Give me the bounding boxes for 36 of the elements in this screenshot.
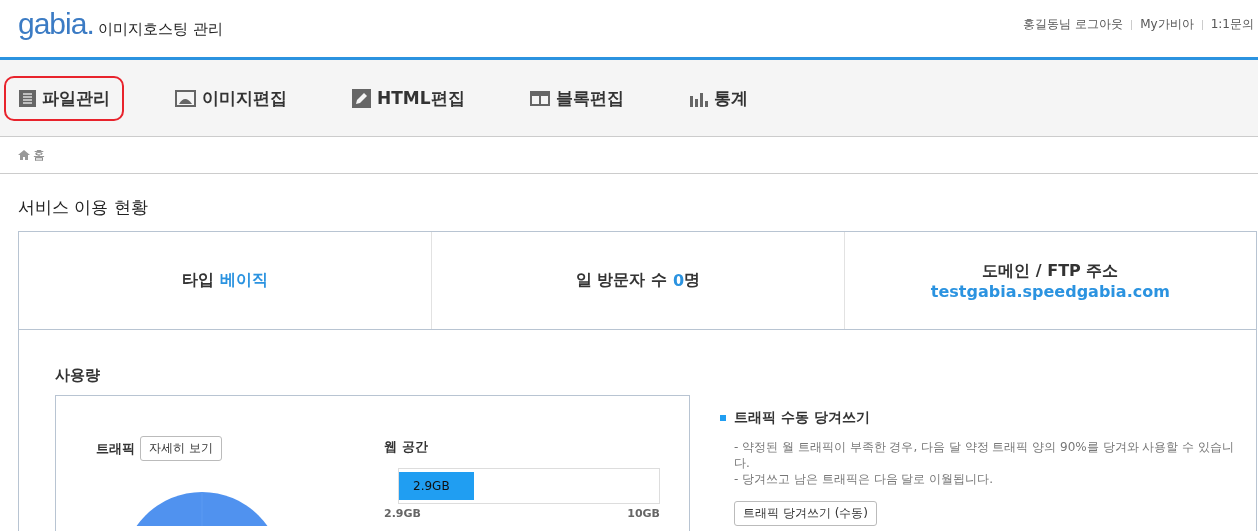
bullet-icon — [720, 415, 726, 421]
summary-label: 타입 — [182, 270, 215, 291]
header-link[interactable]: 홍길동님 로그아웃 — [1023, 16, 1124, 33]
summary-label: 일 방문자 수 — [575, 270, 667, 291]
service-title: 이미지호스팅 관리 — [97, 19, 223, 39]
usage-title: 사용량 — [55, 366, 101, 385]
description-text: - 약정된 월 트래픽이 부족한 경우, 다음 달 약정 트래픽 양의 90%를 당겨와 사용할 수 있습니다. — [733, 439, 1236, 471]
description-text: - 당겨쓰고 남은 트래픽은 다음 달로 이월됩니다. — [733, 471, 995, 487]
web-space-fill: 2.9GB — [399, 472, 475, 500]
summary-value: 0 — [673, 271, 685, 290]
summary-value: testgabia.speedgabia.com — [930, 281, 1170, 301]
summary-label: 도메인 / FTP 주소 — [982, 260, 1119, 282]
summary-value: 베이직 — [220, 270, 269, 291]
details-button[interactable]: 자세히 보기 — [140, 436, 222, 461]
nav-tab[interactable]: 이미지편집 — [160, 75, 301, 121]
summary-unit: 명 — [684, 270, 701, 291]
traffic-label: 트래픽 — [96, 439, 135, 458]
max-label: 10GB — [627, 507, 660, 520]
home-icon — [18, 150, 30, 160]
pull-traffic-button[interactable]: 트래픽 당겨쓰기 (수동) — [734, 501, 877, 526]
layout-icon — [529, 90, 550, 106]
nav-tab[interactable]: 통계 — [673, 75, 762, 121]
header-link[interactable]: My가비아 — [1140, 16, 1194, 33]
nav-tab[interactable]: 파일관리 — [4, 75, 124, 121]
nav-tab[interactable]: 블록편집 — [514, 75, 638, 121]
section-title: 서비스 이용 현황 — [17, 196, 149, 219]
nav-tab[interactable]: HTML편집 — [337, 75, 479, 121]
gabia-logo[interactable]: gabia. — [18, 6, 94, 41]
breadcrumb-link[interactable]: 홈 — [33, 146, 45, 164]
document-icon — [19, 89, 36, 107]
web-space-label: 웹 공간 — [384, 439, 428, 454]
image-icon — [175, 89, 196, 107]
min-label: 2.9GB — [384, 507, 421, 520]
pull-title: 트래픽 수동 당겨쓰기 — [734, 409, 870, 427]
header-link[interactable]: 1:1문의 — [1210, 16, 1254, 33]
pencil-icon — [352, 88, 371, 108]
